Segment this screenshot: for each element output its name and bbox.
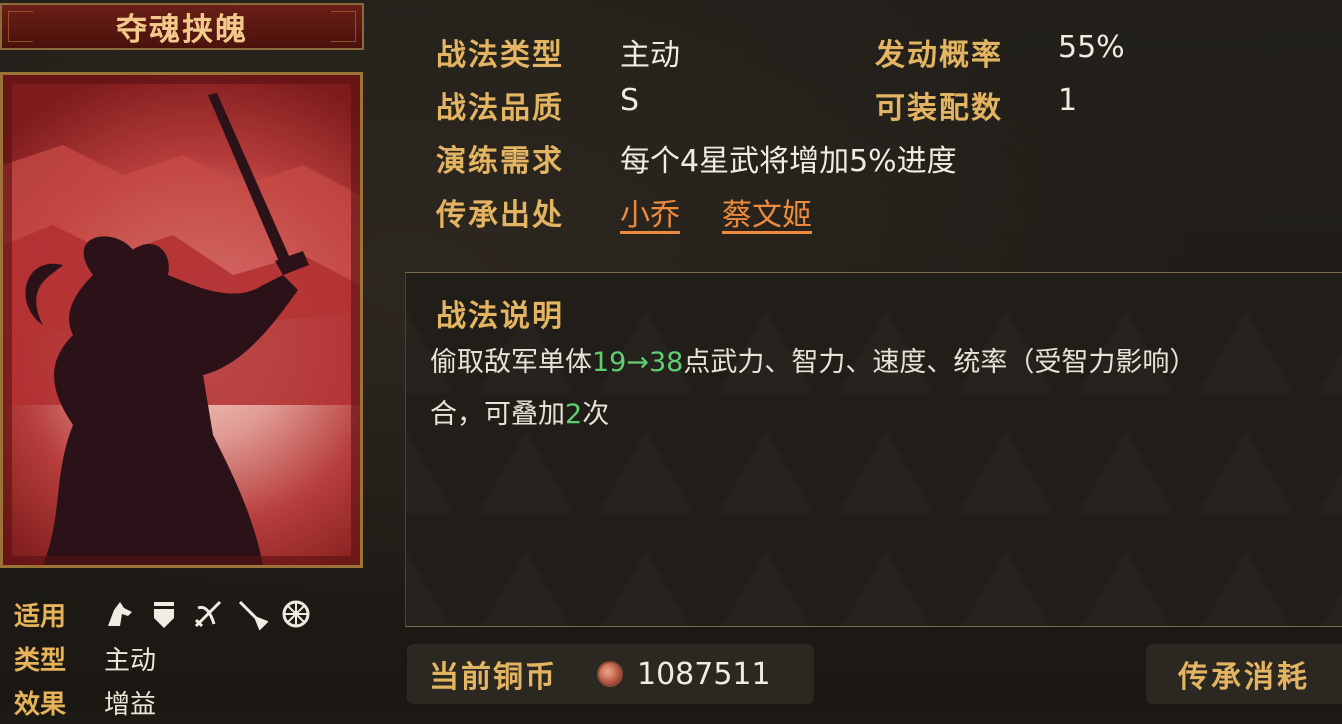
type-row: 类型 主动 xyxy=(14,636,312,680)
source-link-caiwenji[interactable]: 蔡文姬 xyxy=(722,198,812,233)
inherit-cost-label: 传承消耗 xyxy=(1178,660,1310,695)
quality-value: S xyxy=(620,83,640,118)
source-link-xiaoqiao[interactable]: 小乔 xyxy=(620,198,680,233)
description-text: 偷取敌军单体19→38点武力、智力、速度、统率（受智力影响） 合，可叠加2次 xyxy=(430,337,1342,441)
archer-icon xyxy=(194,600,222,628)
source-label: 传承出处 xyxy=(436,198,564,233)
equip-count-value-wrap: 1 xyxy=(1058,83,1077,118)
tactic-side-info: 适用 类型 主动 效果 增益 xyxy=(14,592,312,724)
tactic-type-value-wrap: 主动 xyxy=(620,30,680,74)
applicable-label: 适用 xyxy=(14,601,67,632)
source-link-2-wrap: 蔡文姬 xyxy=(722,190,812,234)
trigger-rate-value: 55% xyxy=(1058,30,1125,65)
siege-icon xyxy=(282,600,310,628)
tactic-description-panel[interactable]: 战法说明 偷取敌军单体19→38点武力、智力、速度、统率（受智力影响） 合，可叠… xyxy=(405,272,1342,627)
troop-type-icons xyxy=(104,598,312,630)
coin-label: 当前铜币 xyxy=(429,660,557,695)
desc-line1-a: 偷取敌军单体 xyxy=(430,347,592,378)
inherit-cost-button[interactable]: 传承消耗 xyxy=(1146,644,1342,704)
type-value: 主动 xyxy=(104,645,157,676)
desc-line2-highlight: 2 xyxy=(565,399,583,430)
quality-row: 战法品质 xyxy=(436,83,564,127)
desc-line2-a: 合，可叠加 xyxy=(430,399,565,430)
warrior-silhouette-image xyxy=(3,75,360,565)
description-title: 战法说明 xyxy=(436,299,564,334)
desc-line1-b: 点武力、智力、速度、统率（受智力影响） xyxy=(683,347,1197,378)
type-label: 类型 xyxy=(14,645,67,676)
effect-value: 增益 xyxy=(104,689,157,720)
coin-value: 1087511 xyxy=(637,656,771,692)
current-coin-bar: 当前铜币 1087511 xyxy=(407,644,814,704)
applicable-row: 适用 xyxy=(14,592,312,636)
drill-label: 演练需求 xyxy=(436,144,564,179)
drill-value: 每个4星武将增加5%进度 xyxy=(620,144,957,179)
effect-label: 效果 xyxy=(14,689,67,720)
equip-count-label: 可装配数 xyxy=(875,91,1003,126)
trigger-rate-row: 发动概率 xyxy=(875,30,1003,74)
tactic-type-row: 战法类型 xyxy=(436,30,564,74)
quality-value-wrap: S xyxy=(620,83,639,118)
trigger-rate-label: 发动概率 xyxy=(875,38,1003,73)
drill-row: 演练需求 xyxy=(436,136,564,180)
cavalry-icon xyxy=(108,602,132,626)
tactic-type-value: 主动 xyxy=(620,38,680,73)
copper-coin-icon xyxy=(597,661,623,687)
equip-count-row: 可装配数 xyxy=(875,83,1003,127)
effect-row: 效果 增益 xyxy=(14,680,312,724)
trigger-rate-value-wrap: 55% xyxy=(1058,30,1125,65)
description-line-2: 合，可叠加2次 xyxy=(430,389,1342,441)
spear-icon xyxy=(238,600,268,630)
tactic-card-art xyxy=(0,72,363,568)
equip-count-value: 1 xyxy=(1058,83,1078,118)
source-row: 传承出处 xyxy=(436,190,564,234)
source-link-1-wrap: 小乔 xyxy=(620,190,680,234)
tactic-type-label: 战法类型 xyxy=(436,38,564,73)
quality-label: 战法品质 xyxy=(436,91,564,126)
tactic-name-banner: 夺魂挟魄 xyxy=(0,3,364,50)
shield-icon xyxy=(154,602,174,628)
tactic-name: 夺魂挟魄 xyxy=(116,12,248,48)
drill-value-wrap: 每个4星武将增加5%进度 xyxy=(620,136,957,180)
desc-line1-highlight: 19→38 xyxy=(592,347,684,378)
desc-line2-b: 次 xyxy=(582,399,610,430)
description-line-1: 偷取敌军单体19→38点武力、智力、速度、统率（受智力影响） xyxy=(430,337,1342,389)
